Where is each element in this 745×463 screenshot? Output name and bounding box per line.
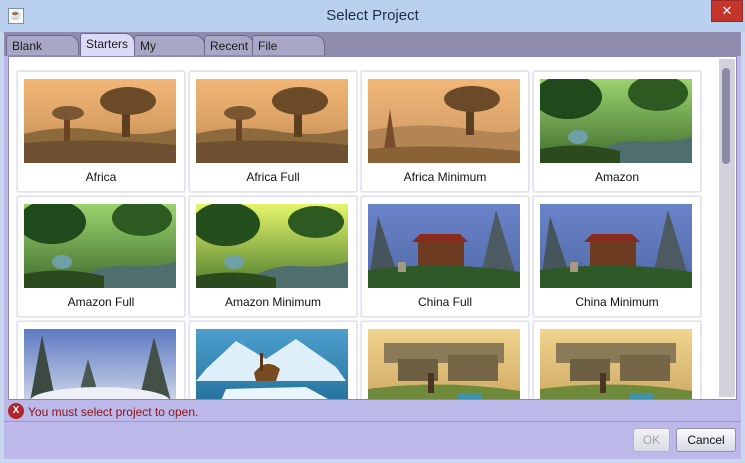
project-thumbnail (24, 204, 176, 288)
window-title: Select Project (326, 7, 419, 24)
project-thumbnail (196, 329, 348, 399)
project-card[interactable] (361, 321, 529, 399)
title-bar: ☕ Select Project ✕ (0, 0, 745, 32)
project-card[interactable]: Amazon (533, 71, 701, 192)
project-label: Africa Minimum (403, 170, 487, 184)
scroll-thumb[interactable] (722, 68, 730, 164)
error-icon: X (8, 403, 24, 419)
tab-blank-slates[interactable]: Blank Slates (6, 35, 79, 73)
project-label: Amazon Full (67, 295, 135, 309)
project-thumbnail (368, 329, 520, 399)
tab-starters[interactable]: Starters (80, 33, 135, 56)
cancel-button[interactable]: Cancel (676, 428, 736, 452)
project-card[interactable] (17, 321, 185, 399)
tab-my-projects[interactable]: My Projects (134, 35, 205, 73)
project-label: China Full (417, 295, 473, 309)
project-thumbnail (540, 204, 692, 288)
project-thumbnail (540, 79, 692, 163)
select-project-dialog: ☕ Select Project ✕ Blank Slates Starters… (0, 0, 745, 463)
project-card[interactable]: Africa (17, 71, 185, 192)
ok-button[interactable]: OK (633, 428, 670, 452)
project-card[interactable] (533, 321, 701, 399)
project-thumbnail (540, 329, 692, 399)
starters-panel: Africa Africa Full Africa Minimum Amazon Ama… (8, 56, 737, 400)
project-card[interactable]: China Minimum (533, 196, 701, 317)
project-thumbnail (196, 79, 348, 163)
project-label: Amazon Minimum (224, 295, 322, 309)
project-label: Africa (85, 170, 117, 184)
dialog-body: Blank Slates Starters My Projects Recent… (4, 32, 741, 459)
project-card[interactable]: Amazon Full (17, 196, 185, 317)
status-message: You must select project to open. (28, 405, 199, 419)
vertical-scrollbar[interactable] (719, 59, 735, 397)
project-thumbnail (368, 79, 520, 163)
project-thumbnail (24, 329, 176, 399)
tab-file-system[interactable]: File System (252, 35, 325, 73)
footer-divider (4, 421, 741, 422)
project-grid: Africa Africa Full Africa Minimum Amazon Ama… (9, 57, 709, 399)
project-label: Amazon (594, 170, 640, 184)
project-label: China Minimum (575, 295, 659, 309)
project-card[interactable]: Africa Full (189, 71, 357, 192)
project-label: Africa Full (246, 170, 300, 184)
close-button[interactable]: ✕ (711, 0, 743, 22)
project-card[interactable]: China Full (361, 196, 529, 317)
project-card[interactable] (189, 321, 357, 399)
tab-recent[interactable]: Recent (204, 35, 254, 55)
tab-strip: Blank Slates Starters My Projects Recent… (4, 32, 741, 73)
status-bar: X You must select project to open. (4, 402, 741, 422)
project-thumbnail (196, 204, 348, 288)
project-thumbnail (368, 204, 520, 288)
project-card[interactable]: Africa Minimum (361, 71, 529, 192)
project-thumbnail (24, 79, 176, 163)
project-card[interactable]: Amazon Minimum (189, 196, 357, 317)
